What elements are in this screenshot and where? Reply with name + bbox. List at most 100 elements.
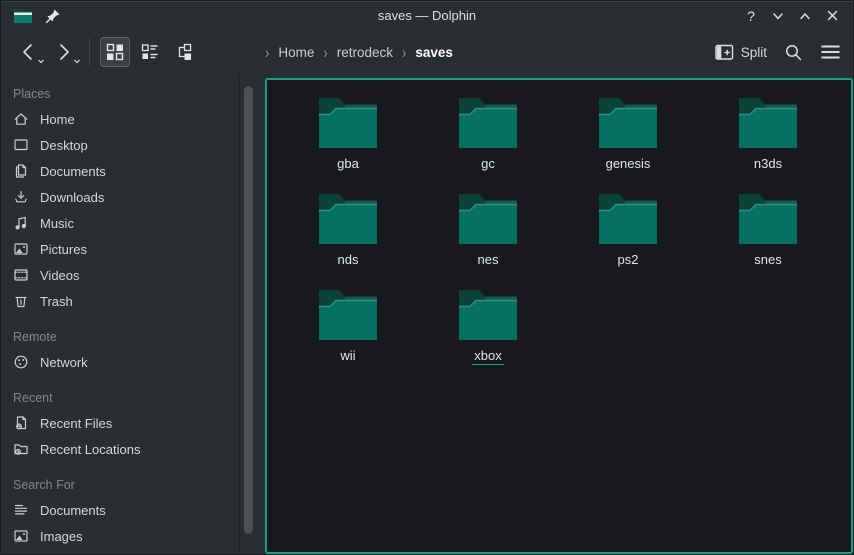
sidebar-item-pictures[interactable]: Pictures [1, 236, 239, 262]
forward-button[interactable] [51, 39, 77, 65]
breadcrumb-separator: › [402, 43, 406, 62]
sidebar-item-trash[interactable]: Trash [1, 288, 239, 314]
window-title: saves — Dolphin [1, 8, 853, 23]
folder-icon [597, 193, 659, 245]
folder-item-nes[interactable]: nes [418, 190, 558, 286]
folder-label: snes [752, 252, 783, 269]
folder-item-snes[interactable]: snes [698, 190, 838, 286]
trash-icon [13, 293, 29, 309]
folder-icon [457, 97, 519, 149]
titlebar: saves — Dolphin ? [1, 1, 853, 29]
sidebar-item-music[interactable]: Music [1, 210, 239, 236]
main-area: Places Home Desktop Documents Downloads … [1, 75, 853, 554]
section-header-places: Places [13, 84, 239, 103]
network-icon [13, 354, 29, 370]
sidebar-item-videos[interactable]: Videos [1, 262, 239, 288]
sidebar-item-label: Videos [40, 268, 80, 283]
folder-icon [457, 289, 519, 341]
folder-item-gc[interactable]: gc [418, 94, 558, 190]
section-header-recent: Recent [13, 388, 239, 407]
sidebar-item-label: Documents [40, 164, 106, 179]
folder-item-wii[interactable]: wii [278, 286, 418, 382]
sidebar-item-label: Network [40, 355, 88, 370]
sidebar-item-documents[interactable]: Documents [1, 158, 239, 184]
image-icon [13, 528, 29, 544]
recent-files-icon [13, 415, 29, 431]
sidebar-item-label: Music [40, 216, 74, 231]
sidebar-item-label: Trash [40, 294, 73, 309]
sidebar-item-label: Home [40, 112, 75, 127]
folder-view[interactable]: gba gc genesis n3ds nds nes [265, 78, 853, 554]
close-button[interactable] [823, 7, 841, 25]
folder-app-icon [13, 8, 33, 24]
details-view-button[interactable] [135, 37, 165, 67]
pin-icon[interactable] [45, 8, 61, 24]
maximize-button[interactable] [796, 7, 814, 25]
breadcrumb-root-chevron: › [265, 43, 269, 62]
folder-item-xbox[interactable]: xbox [418, 286, 558, 382]
sidebar-scrollbar[interactable] [244, 86, 253, 534]
download-icon [13, 189, 29, 205]
sidebar-item-search-documents[interactable]: Documents [1, 497, 239, 523]
folder-label: nds [336, 252, 361, 269]
sidebar-item-search-images[interactable]: Images [1, 523, 239, 549]
folder-icon [317, 193, 379, 245]
breadcrumb: › Home › retrodeck › saves [265, 29, 453, 75]
toolbar: › Home › retrodeck › saves Split [1, 29, 853, 75]
recent-locations-icon [13, 441, 29, 457]
sidebar-item-search-audio[interactable]: Audio [1, 549, 239, 554]
desktop-icon [13, 137, 29, 153]
toolbar-separator [89, 38, 90, 66]
folder-icon [737, 193, 799, 245]
music-note-icon [13, 215, 29, 231]
folder-label: genesis [604, 156, 653, 173]
sidebar-item-network[interactable]: Network [1, 349, 239, 375]
folder-label: ps2 [616, 252, 641, 269]
breadcrumb-current[interactable]: saves [415, 45, 453, 60]
icons-view-button[interactable] [100, 37, 130, 67]
folder-icon [317, 289, 379, 341]
folder-grid: gba gc genesis n3ds nds nes [267, 80, 851, 382]
film-icon [13, 267, 29, 283]
image-icon [13, 241, 29, 257]
breadcrumb-separator: › [323, 43, 327, 62]
sidebar-item-home[interactable]: Home [1, 106, 239, 132]
folder-icon [737, 97, 799, 149]
sidebar-item-recent-files[interactable]: Recent Files [1, 410, 239, 436]
search-icon [784, 43, 803, 62]
split-view-icon [715, 44, 734, 61]
help-button[interactable]: ? [742, 7, 760, 25]
places-panel: Places Home Desktop Documents Downloads … [1, 75, 240, 554]
sidebar-item-label: Desktop [40, 138, 88, 153]
folder-item-genesis[interactable]: genesis [558, 94, 698, 190]
sidebar-item-label: Downloads [40, 190, 104, 205]
folder-item-nds[interactable]: nds [278, 190, 418, 286]
folder-label: gba [335, 156, 361, 173]
folder-icon [597, 97, 659, 149]
sidebar-item-recent-locations[interactable]: Recent Locations [1, 436, 239, 462]
folder-item-gba[interactable]: gba [278, 94, 418, 190]
folder-label: xbox [472, 348, 503, 365]
hamburger-menu-button[interactable] [820, 44, 841, 60]
folder-label: wii [338, 348, 357, 365]
folder-icon [457, 193, 519, 245]
hamburger-menu-icon [820, 44, 841, 60]
sidebar-item-downloads[interactable]: Downloads [1, 184, 239, 210]
tree-view-button[interactable] [170, 37, 200, 67]
breadcrumb-item-home[interactable]: Home [278, 45, 314, 60]
back-button[interactable] [15, 39, 41, 65]
sidebar-item-desktop[interactable]: Desktop [1, 132, 239, 158]
document-icon [13, 163, 29, 179]
folder-label: n3ds [752, 156, 784, 173]
home-icon [13, 111, 29, 127]
sidebar-item-label: Images [40, 529, 83, 544]
section-header-remote: Remote [13, 327, 239, 346]
breadcrumb-item-retrodeck[interactable]: retrodeck [337, 45, 393, 60]
split-button-label: Split [741, 45, 767, 60]
folder-item-ps2[interactable]: ps2 [558, 190, 698, 286]
minimize-button[interactable] [769, 7, 787, 25]
search-button[interactable] [784, 43, 803, 62]
folder-item-n3ds[interactable]: n3ds [698, 94, 838, 190]
split-button[interactable]: Split [715, 44, 767, 61]
sidebar-item-label: Recent Files [40, 416, 112, 431]
